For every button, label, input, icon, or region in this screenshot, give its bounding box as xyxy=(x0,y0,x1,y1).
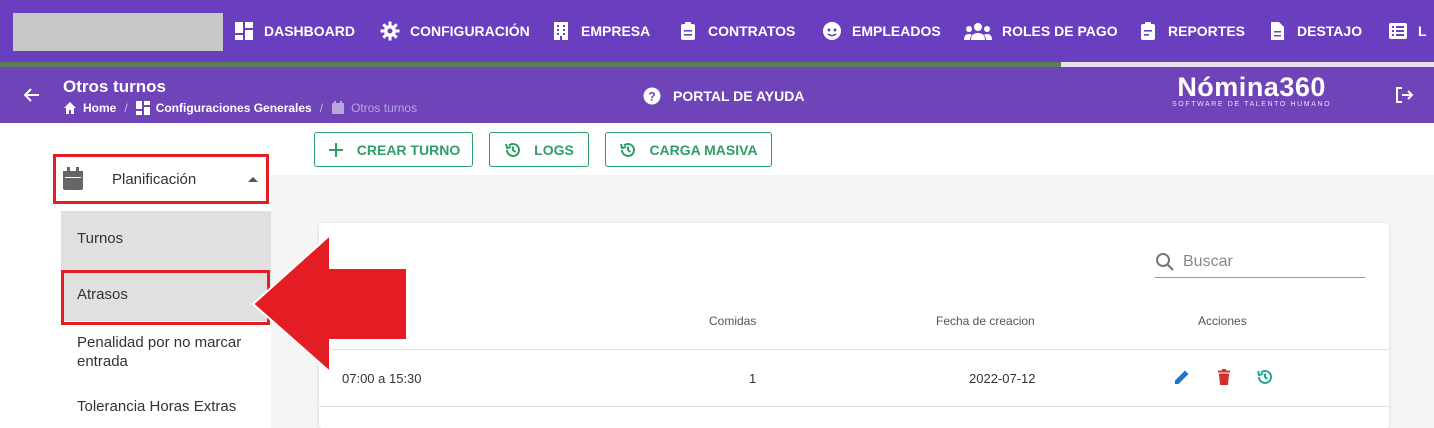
nav-more[interactable]: L xyxy=(1388,0,1427,62)
breadcrumb-separator: / xyxy=(124,101,128,115)
history-icon[interactable] xyxy=(1256,368,1274,386)
nav-label: CONTRATOS xyxy=(708,23,796,39)
brand-name: Nómina360 xyxy=(1177,72,1326,102)
dashboard-icon xyxy=(135,101,150,115)
nav-empleados[interactable]: EMPLEADOS xyxy=(822,0,941,62)
nav-label: CONFIGURACIÓN xyxy=(410,23,530,39)
nav-empresa[interactable]: EMPRESA xyxy=(551,0,650,62)
create-shift-label: CREAR TURNO xyxy=(356,141,461,158)
delete-icon[interactable] xyxy=(1215,368,1233,386)
nav-label: EMPRESA xyxy=(581,23,651,39)
nav-label: DESTAJO xyxy=(1297,23,1363,39)
building-icon xyxy=(554,22,568,40)
help-portal-link[interactable]: ? PORTAL DE AYUDA xyxy=(643,87,804,105)
breadcrumb-home[interactable]: Home xyxy=(83,101,116,115)
top-navigation: DASHBOARD CONFIGURACIÓN EMPRESA CONTRATO… xyxy=(0,0,1434,62)
brand-logo: Nómina360 SOFTWARE DE TALENTO HUMANO xyxy=(1172,73,1331,108)
sidebar-item-penalidad[interactable]: Penalidad por no marcar entrada xyxy=(77,333,262,371)
edit-icon[interactable] xyxy=(1173,368,1191,386)
column-header-fecha[interactable]: Fecha de creacion xyxy=(936,314,1035,328)
sidebar-group-label: Planificación xyxy=(112,170,197,188)
column-header-comidas[interactable]: Comidas xyxy=(709,314,756,328)
calendar-icon xyxy=(63,167,83,190)
breadcrumb-current: Otros turnos xyxy=(331,101,417,115)
search-icon xyxy=(1156,253,1174,271)
bulk-upload-label: CARGA MASIVA xyxy=(649,141,758,158)
logout-icon[interactable] xyxy=(1394,85,1414,105)
history-icon xyxy=(620,142,636,157)
sidebar-item-turnos[interactable]: Turnos xyxy=(77,230,123,247)
bulk-upload-button[interactable]: CARGA MASIVA xyxy=(605,132,772,167)
logs-label: LOGS xyxy=(534,141,574,158)
nav-configuracion[interactable]: CONFIGURACIÓN xyxy=(380,0,530,62)
gear-icon xyxy=(380,21,400,41)
dashboard-icon xyxy=(235,22,253,40)
people-icon xyxy=(964,23,992,40)
nav-destajo[interactable]: DESTAJO xyxy=(1267,0,1362,62)
table-divider xyxy=(319,406,1389,407)
sidebar-item-tolerancia[interactable]: Tolerancia Horas Extras xyxy=(77,398,236,415)
help-icon: ? xyxy=(643,87,661,105)
caret-up-icon xyxy=(248,177,258,182)
plus-icon xyxy=(328,142,343,157)
cell-fecha: 2022-07-12 xyxy=(969,371,1036,386)
nav-label: L xyxy=(1418,23,1427,39)
nav-contratos[interactable]: CONTRATOS xyxy=(678,0,795,62)
nav-label: ROLES DE PAGO xyxy=(1002,23,1118,39)
home-icon xyxy=(64,102,76,114)
breadcrumb: Home / Configuraciones Generales / Otros… xyxy=(63,101,417,115)
nav-label: REPORTES xyxy=(1168,23,1246,39)
brand-tagline: SOFTWARE DE TALENTO HUMANO xyxy=(1172,101,1332,108)
breadcrumb-separator: / xyxy=(319,101,324,115)
list-icon xyxy=(1389,23,1407,39)
search-placeholder: Buscar xyxy=(1183,253,1233,270)
red-pointer-arrow-icon xyxy=(251,232,408,374)
page-header: Otros turnos Home / Configuraciones Gene… xyxy=(0,67,1434,123)
company-logo-placeholder xyxy=(13,13,223,51)
back-arrow-icon[interactable] xyxy=(22,85,42,105)
table-divider xyxy=(319,349,1389,350)
history-icon xyxy=(505,142,521,157)
shifts-table-card: Buscar Comidas Fecha de creacion Accione… xyxy=(319,223,1389,428)
svg-text:?: ? xyxy=(648,90,655,104)
nav-reportes[interactable]: REPORTES xyxy=(1138,0,1245,62)
breadcrumb-current-label: Otros turnos xyxy=(351,101,418,115)
help-portal-label: PORTAL DE AYUDA xyxy=(673,88,805,104)
cell-comidas: 1 xyxy=(749,371,757,386)
face-icon xyxy=(823,22,841,40)
nav-label: EMPLEADOS xyxy=(852,23,941,39)
nav-dashboard[interactable]: DASHBOARD xyxy=(234,0,355,62)
nav-label: DASHBOARD xyxy=(264,23,355,39)
calendar-icon xyxy=(332,101,345,114)
document-icon xyxy=(1271,22,1284,40)
breadcrumb-configuraciones[interactable]: Configuraciones Generales xyxy=(156,101,312,115)
search-input[interactable]: Buscar xyxy=(1155,247,1365,278)
page-title: Otros turnos xyxy=(63,77,166,96)
sidebar-group-planificacion[interactable]: Planificación xyxy=(53,154,269,204)
clipboard-icon xyxy=(681,22,695,40)
report-icon xyxy=(1141,22,1155,40)
column-header-acciones: Acciones xyxy=(1198,314,1247,328)
nav-roles-de-pago[interactable]: ROLES DE PAGO xyxy=(964,0,1118,62)
highlight-box xyxy=(61,270,270,325)
logs-button[interactable]: LOGS xyxy=(489,132,589,167)
create-shift-button[interactable]: CREAR TURNO xyxy=(314,132,473,167)
